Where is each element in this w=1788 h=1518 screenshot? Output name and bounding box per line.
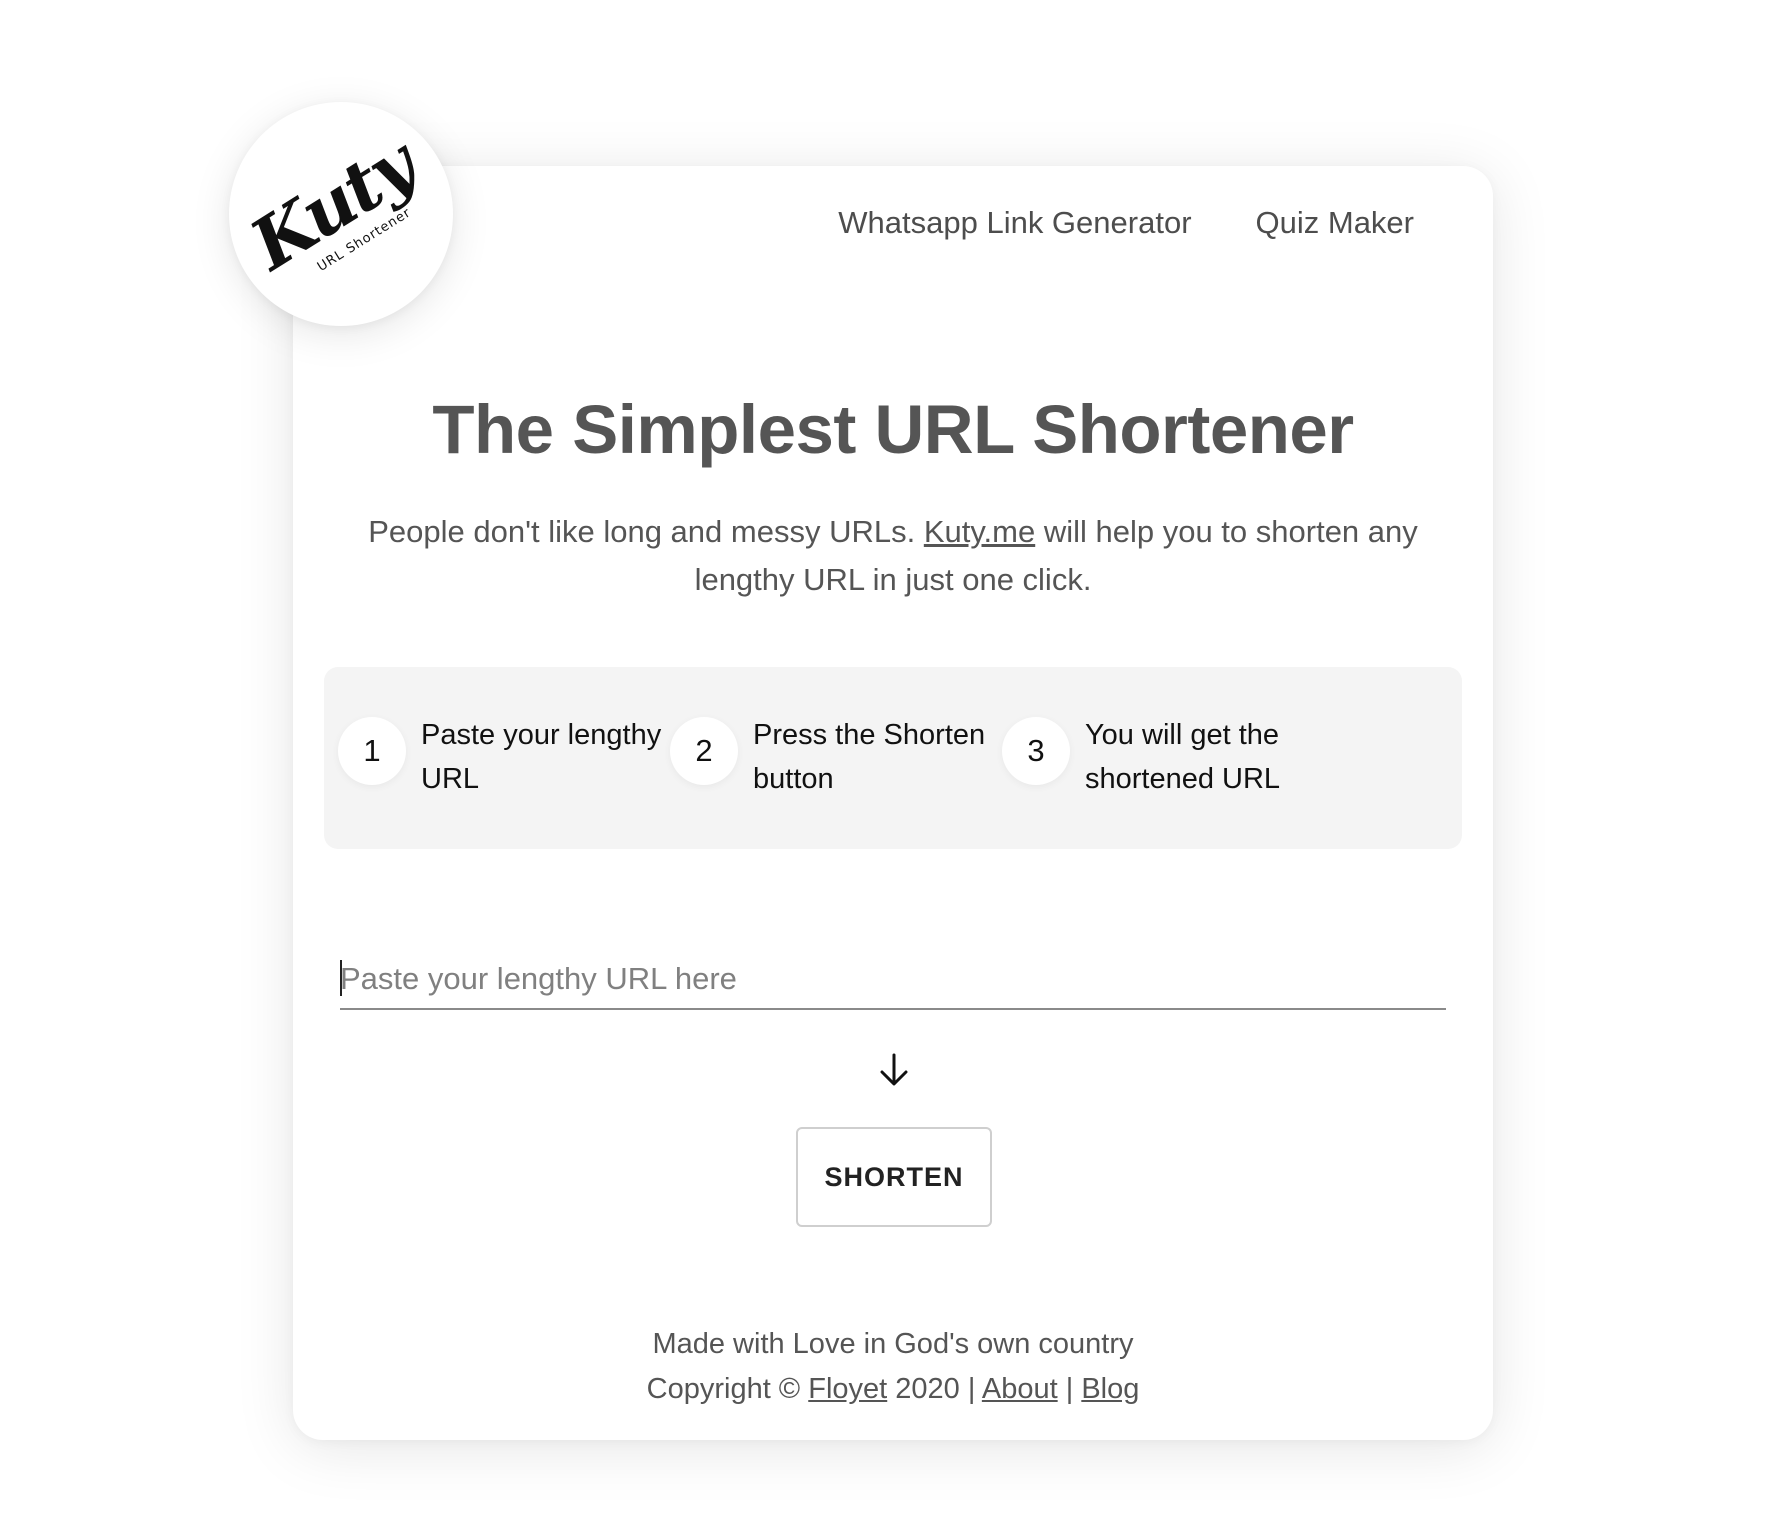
step-text: Press the Shorten button: [753, 719, 986, 795]
kuty-logo-mark: Kuty URL Shortener: [235, 119, 435, 287]
step-text: Paste your lengthy URL: [421, 719, 662, 795]
desc-text-start: People don't like long and messy URLs.: [368, 514, 924, 549]
blog-link[interactable]: Blog: [1081, 1373, 1139, 1405]
floyet-link[interactable]: Floyet: [808, 1373, 887, 1405]
kuty-logo[interactable]: Kuty URL Shortener: [229, 102, 453, 326]
footer: Made with Love in God's own country Copy…: [293, 1322, 1493, 1412]
nav-quiz-maker[interactable]: Quiz Maker: [1256, 205, 1414, 241]
steps-panel: 1 Paste your lengthy URL 2 Press the Sho…: [324, 667, 1462, 849]
url-input[interactable]: [340, 950, 1446, 1010]
step-text: You will get the shortened URL: [1085, 719, 1281, 795]
copyright-prefix: Copyright ©: [646, 1373, 809, 1405]
footer-tagline: Made with Love in God's own country: [652, 1328, 1134, 1360]
step-2: 2 Press the Shorten button: [670, 713, 1023, 801]
step-number: 3: [1002, 717, 1070, 785]
about-link[interactable]: About: [982, 1373, 1058, 1405]
step-number: 1: [338, 717, 406, 785]
shorten-button[interactable]: SHORTEN: [796, 1127, 992, 1227]
nav-whatsapp-link-generator[interactable]: Whatsapp Link Generator: [838, 205, 1191, 241]
top-nav: Whatsapp Link Generator Quiz Maker: [838, 205, 1414, 241]
step-1: 1 Paste your lengthy URL: [338, 713, 691, 801]
footer-copyright: Copyright © Floyet 2020 | About | Blog: [293, 1367, 1493, 1412]
copyright-year: 2020 |: [887, 1373, 982, 1405]
text-caret: [340, 960, 342, 996]
step-3: 3 You will get the shortened URL: [1002, 713, 1355, 801]
step-number: 2: [670, 717, 738, 785]
page-description: People don't like long and messy URLs. K…: [340, 508, 1446, 604]
page-title: The Simplest URL Shortener: [432, 391, 1354, 468]
arrow-down-icon: [880, 1053, 908, 1086]
kuty-me-link[interactable]: Kuty.me: [924, 514, 1035, 549]
footer-separator: |: [1057, 1373, 1082, 1405]
